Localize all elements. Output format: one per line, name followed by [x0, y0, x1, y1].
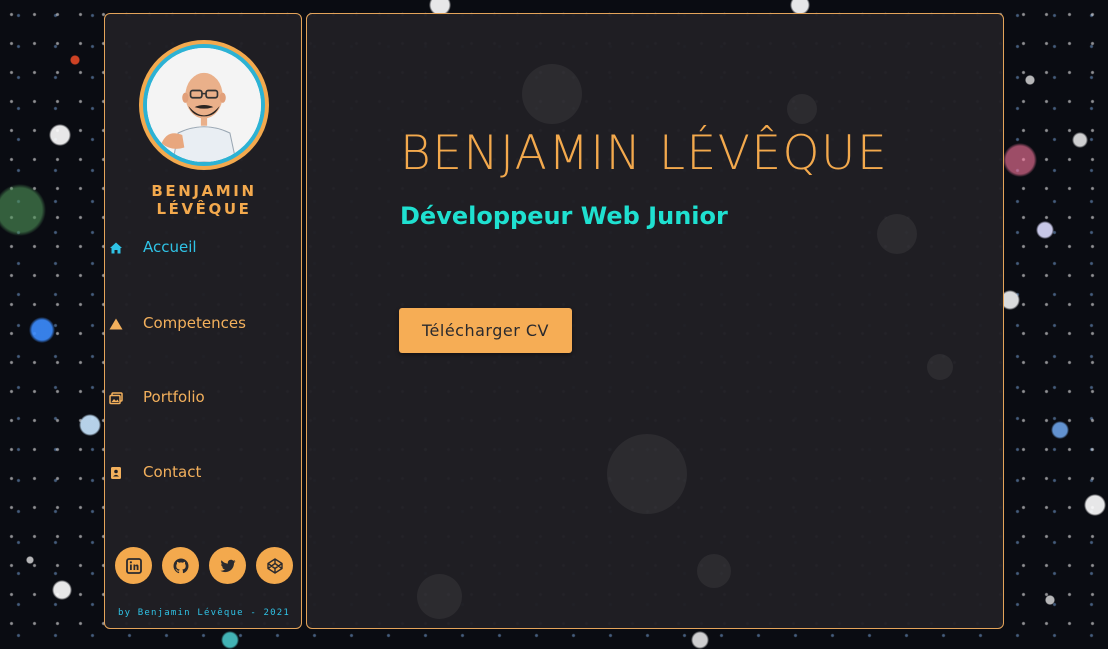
bokeh-decoration — [522, 64, 582, 124]
bokeh-decoration — [697, 554, 731, 588]
sidebar-name: BENJAMIN LÉVÊQUE — [151, 182, 257, 218]
nav-label-accueil: Accueil — [143, 238, 197, 256]
twitter-link[interactable] — [209, 547, 246, 584]
main-panel: BENJAMIN LÉVÊQUE Développeur Web Junior … — [306, 13, 1004, 629]
nav-item-contact[interactable]: Contact — [109, 461, 299, 483]
linkedin-icon — [125, 557, 142, 574]
hero-subtitle: Développeur Web Junior — [400, 202, 728, 230]
nav-label-portfolio: Portfolio — [143, 388, 205, 406]
nav-label-competences: Competences — [143, 314, 246, 332]
codepen-link[interactable] — [256, 547, 293, 584]
nav-item-competences[interactable]: Competences — [109, 312, 299, 334]
warning-triangle-icon — [109, 316, 123, 330]
bokeh-decoration — [417, 574, 462, 619]
nav-label-contact: Contact — [143, 463, 202, 481]
github-link[interactable] — [162, 547, 199, 584]
codepen-icon — [266, 557, 283, 574]
social-links — [115, 547, 295, 585]
github-icon — [173, 558, 188, 573]
sidebar: BENJAMIN LÉVÊQUE Accueil Competences Por… — [104, 13, 302, 629]
nav-item-accueil[interactable]: Accueil — [109, 236, 299, 258]
twitter-icon — [220, 559, 235, 572]
bokeh-decoration — [787, 94, 817, 124]
bokeh-decoration — [607, 434, 687, 514]
bokeh-decoration — [877, 214, 917, 254]
home-icon — [109, 240, 123, 254]
avatar — [139, 40, 269, 170]
contact-card-icon — [109, 465, 123, 479]
hero-title: BENJAMIN LÉVÊQUE — [400, 126, 889, 181]
linkedin-link[interactable] — [115, 547, 152, 584]
copyright-text: by Benjamin Lévêque - 2021 — [117, 608, 291, 618]
nav-item-portfolio[interactable]: Portfolio — [109, 386, 299, 408]
download-cv-button[interactable]: Télécharger CV — [399, 308, 572, 353]
bokeh-decoration — [927, 354, 953, 380]
images-icon — [109, 390, 123, 405]
avatar-illustration — [147, 48, 261, 162]
